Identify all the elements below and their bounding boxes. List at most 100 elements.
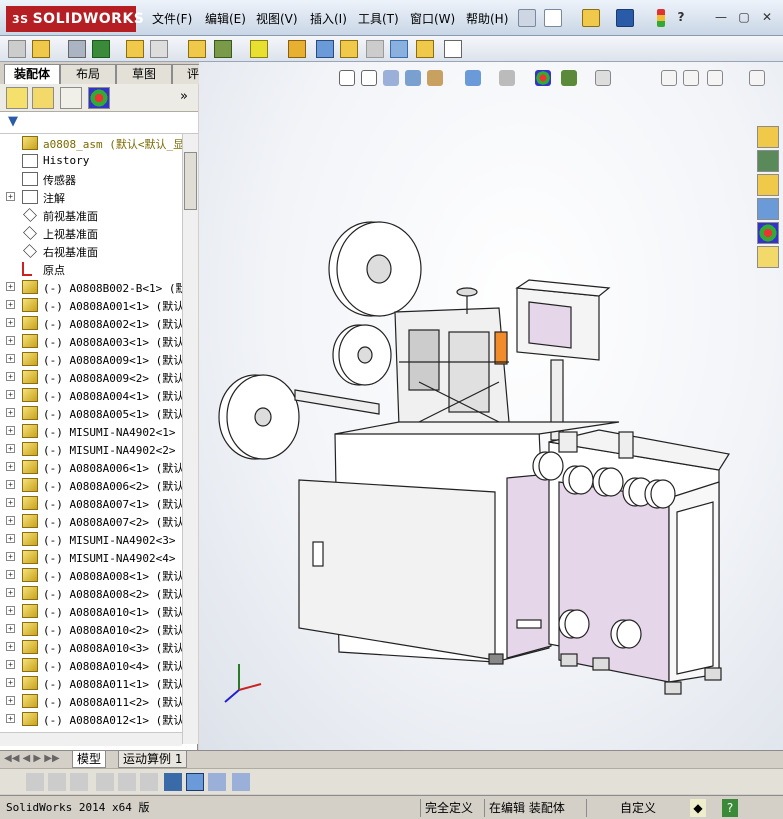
- tree-item[interactable]: + (-) A0808A008<2> (默认<: [0, 584, 182, 602]
- expand-toggle-icon[interactable]: +: [6, 336, 15, 345]
- solidworks-logo[interactable]: 3S SOLIDWORKS: [6, 6, 144, 32]
- tree-item[interactable]: + (-) A0808A007<2> (默认<: [0, 512, 182, 530]
- tree-item[interactable]: + (-) A0808A001<1> (默认<: [0, 296, 182, 314]
- assembly-model[interactable]: [199, 62, 783, 750]
- tab-layout[interactable]: 布局: [60, 64, 116, 84]
- menu-tools[interactable]: 工具(T): [358, 10, 399, 27]
- shaded-icon[interactable]: [70, 773, 88, 791]
- smart-fasteners-icon[interactable]: [126, 40, 144, 58]
- relations-icon[interactable]: [140, 773, 158, 791]
- tree-item[interactable]: + (-) A0808A010<3> (默认<: [0, 638, 182, 656]
- tree-item[interactable]: 上视基准面: [0, 224, 182, 242]
- expand-toggle-icon[interactable]: +: [6, 714, 15, 723]
- expand-toggle-icon[interactable]: +: [6, 552, 15, 561]
- tree-item[interactable]: 右视基准面: [0, 242, 182, 260]
- wireframe-icon[interactable]: [26, 773, 44, 791]
- tab-sketch[interactable]: 草图: [116, 64, 172, 84]
- expand-toggle-icon[interactable]: +: [6, 390, 15, 399]
- 3d-view-icon[interactable]: [186, 773, 204, 791]
- tree-item[interactable]: + (-) A0808A009<2> (默认<: [0, 368, 182, 386]
- tab-model[interactable]: 模型: [72, 751, 107, 768]
- table-view-icon[interactable]: [232, 773, 250, 791]
- tree-item[interactable]: + (-) A0808A012<1> (默认<: [0, 710, 182, 728]
- menu-file[interactable]: 文件(F): [152, 10, 192, 27]
- tree-item[interactable]: History: [0, 152, 182, 170]
- tree-item[interactable]: + (-) A0808A006<2> (默认<: [0, 476, 182, 494]
- tree-item[interactable]: + (-) MISUMI-NA4902<1> (默: [0, 422, 182, 440]
- help-icon[interactable]: ?: [672, 9, 690, 25]
- expand-toggle-icon[interactable]: +: [6, 282, 15, 291]
- tree-item[interactable]: + (-) MISUMI-NA4902<2> (默: [0, 440, 182, 458]
- tree-item[interactable]: + (-) A0808A010<4> (默认<: [0, 656, 182, 674]
- explode-line-sketch-icon[interactable]: [366, 40, 384, 58]
- new-document-icon[interactable]: [544, 9, 562, 27]
- tree-item[interactable]: + (-) A0808A008<1> (默认<: [0, 566, 182, 584]
- tree-vertical-scrollbar[interactable]: [182, 134, 198, 744]
- tab-motion-study-1[interactable]: 运动算例 1: [118, 751, 188, 768]
- tree-item[interactable]: + (-) A0808A002<1> (默认<: [0, 314, 182, 332]
- tree-item[interactable]: + (-) MISUMI-NA4902<3> (默: [0, 530, 182, 548]
- tag-icon[interactable]: ◆: [690, 799, 706, 817]
- layout-icon[interactable]: [208, 773, 226, 791]
- expand-toggle-icon[interactable]: +: [6, 624, 15, 633]
- close-button[interactable]: ✕: [758, 9, 776, 25]
- tree-item[interactable]: + 注解: [0, 188, 182, 206]
- menu-edit[interactable]: 编辑(E): [205, 10, 246, 27]
- configurationmanager-icon[interactable]: [60, 87, 82, 109]
- tree-item[interactable]: + (-) A0808A007<1> (默认<: [0, 494, 182, 512]
- open-folder-icon[interactable]: [582, 9, 600, 27]
- menu-insert[interactable]: 插入(I): [310, 10, 347, 27]
- tab-assembly[interactable]: 装配体: [4, 64, 60, 84]
- tree-item[interactable]: + (-) A0808A009<1> (默认<: [0, 350, 182, 368]
- tree-item[interactable]: 原点: [0, 260, 182, 278]
- grid-icon[interactable]: [118, 773, 136, 791]
- minimize-button[interactable]: —: [712, 9, 730, 25]
- tree-item[interactable]: + (-) A0808A010<1> (默认<: [0, 602, 182, 620]
- expand-toggle-icon[interactable]: +: [6, 516, 15, 525]
- update-speedpak-icon[interactable]: [416, 40, 434, 58]
- expand-toggle-icon[interactable]: +: [6, 642, 15, 651]
- tree-item[interactable]: + (-) A0808A011<2> (默认<: [0, 692, 182, 710]
- expand-toggle-icon[interactable]: +: [6, 372, 15, 381]
- insert-component-icon[interactable]: [8, 40, 26, 58]
- expand-toggle-icon[interactable]: +: [6, 408, 15, 417]
- take-snapshot-icon[interactable]: [444, 40, 462, 58]
- expand-tabs-icon[interactable]: »: [180, 89, 188, 104]
- menu-view[interactable]: 视图(V): [256, 10, 298, 27]
- expand-toggle-icon[interactable]: +: [6, 696, 15, 705]
- menu-window[interactable]: 窗口(W): [410, 10, 455, 27]
- expand-toggle-icon[interactable]: +: [6, 660, 15, 669]
- expand-toggle-icon[interactable]: +: [6, 318, 15, 327]
- expand-toggle-icon[interactable]: +: [6, 192, 15, 201]
- tab-scroll-arrows-icon[interactable]: ◀◀ ◀ ▶ ▶▶: [4, 753, 60, 764]
- tree-item[interactable]: 前视基准面: [0, 206, 182, 224]
- filter-icon[interactable]: ▼: [8, 114, 18, 129]
- new-part-icon[interactable]: [32, 40, 50, 58]
- show-hidden-icon[interactable]: [188, 40, 206, 58]
- expand-toggle-icon[interactable]: +: [6, 606, 15, 615]
- rebuild-traffic-light-icon[interactable]: [657, 9, 665, 27]
- linear-pattern-icon[interactable]: [92, 40, 110, 58]
- tree-item[interactable]: + (-) A0808B002-B<1> (默认: [0, 278, 182, 296]
- expand-toggle-icon[interactable]: +: [6, 534, 15, 543]
- mate-icon[interactable]: [68, 40, 86, 58]
- assembly-features-icon[interactable]: [214, 40, 232, 58]
- new-motion-study-icon[interactable]: [288, 40, 306, 58]
- units-status[interactable]: 自定义: [586, 799, 686, 817]
- graphics-area[interactable]: [199, 62, 783, 750]
- tree-item[interactable]: + (-) A0808A011<1> (默认<: [0, 674, 182, 692]
- expand-toggle-icon[interactable]: +: [6, 444, 15, 453]
- pin-icon[interactable]: [518, 9, 536, 27]
- tree-item[interactable]: + (-) A0808A004<1> (默认<: [0, 386, 182, 404]
- tree-item[interactable]: + (-) A0808A010<2> (默认<: [0, 620, 182, 638]
- tree-horizontal-scrollbar[interactable]: [0, 732, 182, 746]
- tree-item[interactable]: + (-) A0808A005<1> (默认<: [0, 404, 182, 422]
- maximize-button[interactable]: ▢: [735, 9, 753, 25]
- displaymanager-icon[interactable]: [88, 87, 110, 109]
- expand-toggle-icon[interactable]: +: [6, 498, 15, 507]
- tree-scroll-thumb[interactable]: [184, 152, 197, 210]
- expand-toggle-icon[interactable]: +: [6, 588, 15, 597]
- tree-root-assembly[interactable]: a0808_asm (默认<默认_显: [0, 134, 182, 152]
- reference-geometry-icon[interactable]: [250, 40, 268, 58]
- instant3d-icon[interactable]: [390, 40, 408, 58]
